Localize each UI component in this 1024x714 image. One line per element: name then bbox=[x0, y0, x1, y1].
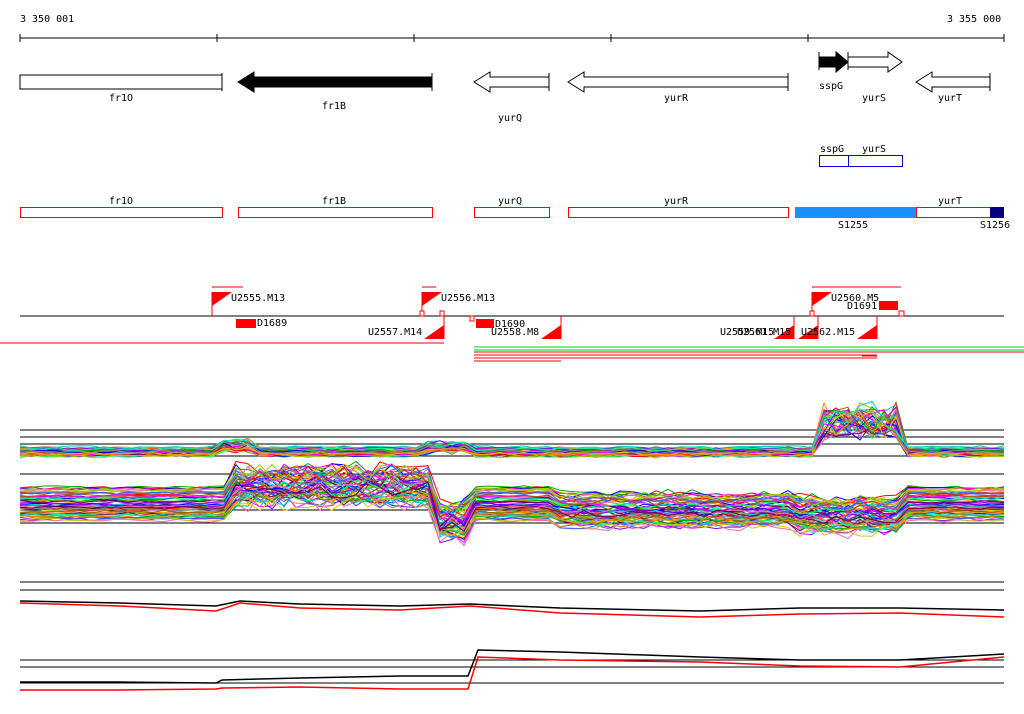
expression-panel-4 bbox=[20, 649, 1005, 691]
gene-arrow-yurQ[interactable] bbox=[473, 71, 550, 93]
gene-label-fr1O: fr1O bbox=[109, 93, 134, 104]
probe-flag-U2556[interactable] bbox=[422, 292, 442, 306]
probe-flag-U2558[interactable] bbox=[541, 325, 561, 339]
gene-arrow-yurS[interactable] bbox=[847, 51, 903, 73]
probe-label-U2562: U2562.M15 bbox=[801, 327, 856, 338]
gene-arrow-yurR[interactable] bbox=[567, 71, 789, 93]
gene-label-fr1B: fr1B bbox=[322, 101, 347, 112]
probe-label-U2561: U2561.M15 bbox=[737, 327, 792, 338]
gene-arrow-sspG[interactable] bbox=[818, 50, 849, 74]
ruler-end-label: 3 355 000 bbox=[947, 14, 1002, 25]
probe-label-D1689: D1689 bbox=[257, 318, 288, 329]
segment-S1256[interactable] bbox=[990, 207, 1004, 218]
segment-S1255[interactable] bbox=[795, 207, 916, 218]
annotation-track bbox=[20, 207, 1004, 218]
gene-box-yurT[interactable] bbox=[916, 207, 991, 218]
gene-box-yurQ[interactable] bbox=[474, 207, 550, 218]
probe-flag-U2560[interactable] bbox=[812, 292, 832, 306]
gene-label-yurT: yurT bbox=[938, 93, 963, 104]
operon-box-yurS[interactable] bbox=[848, 155, 903, 167]
segment-label-S1256: S1256 bbox=[980, 220, 1011, 231]
gene-arrow-yurT[interactable] bbox=[915, 71, 991, 93]
coordinate-ruler bbox=[19, 34, 1005, 42]
gene-label-yurS: yurS bbox=[862, 93, 887, 104]
gene-box-yurR[interactable] bbox=[568, 207, 789, 218]
ruler-start-label: 3 350 001 bbox=[20, 14, 75, 25]
gene-box-label-yurR: yurR bbox=[664, 196, 689, 207]
gene-box-label-fr1B: fr1B bbox=[322, 196, 347, 207]
operon-label-sspG: sspG bbox=[820, 144, 845, 155]
gene-box-fr1B[interactable] bbox=[238, 207, 433, 218]
expression-panel-1 bbox=[19, 400, 1005, 459]
expression-panel-2 bbox=[19, 460, 1005, 547]
gene-box-label-yurT: yurT bbox=[938, 196, 963, 207]
probe-flag-U2557[interactable] bbox=[424, 325, 444, 339]
probe-label-U2558: U2558.M8 bbox=[491, 327, 540, 338]
probe-box-D1689[interactable] bbox=[236, 319, 256, 328]
gene-box-label-fr1O: fr1O bbox=[109, 196, 134, 207]
expression-panel-3 bbox=[19, 581, 1005, 618]
operon-track bbox=[819, 155, 903, 167]
segment-label-S1255: S1255 bbox=[838, 220, 869, 231]
probe-label-U2555: U2555.M13 bbox=[231, 293, 286, 304]
operon-label-yurS: yurS bbox=[862, 144, 887, 155]
probe-label-U2557: U2557.M14 bbox=[368, 327, 423, 338]
gene-label-sspG: sspG bbox=[819, 81, 844, 92]
probe-flag-U2562[interactable] bbox=[857, 325, 877, 339]
genome-browser-canvas bbox=[0, 34, 1024, 691]
gene-arrow-fr1O[interactable] bbox=[19, 74, 223, 90]
probe-flag-U2555[interactable] bbox=[212, 292, 232, 306]
gene-track bbox=[19, 50, 991, 93]
gene-box-label-yurQ: yurQ bbox=[498, 196, 523, 207]
probe-box-D1691[interactable] bbox=[879, 301, 898, 310]
probe-label-D1691: D1691 bbox=[847, 301, 878, 312]
gene-label-yurQ: yurQ bbox=[498, 113, 523, 124]
operon-box-sspG[interactable] bbox=[819, 155, 849, 167]
gene-box-fr1O[interactable] bbox=[20, 207, 223, 218]
gene-arrow-fr1B[interactable] bbox=[237, 71, 433, 93]
probe-label-U2556: U2556.M13 bbox=[441, 293, 496, 304]
gene-label-yurR: yurR bbox=[664, 93, 689, 104]
